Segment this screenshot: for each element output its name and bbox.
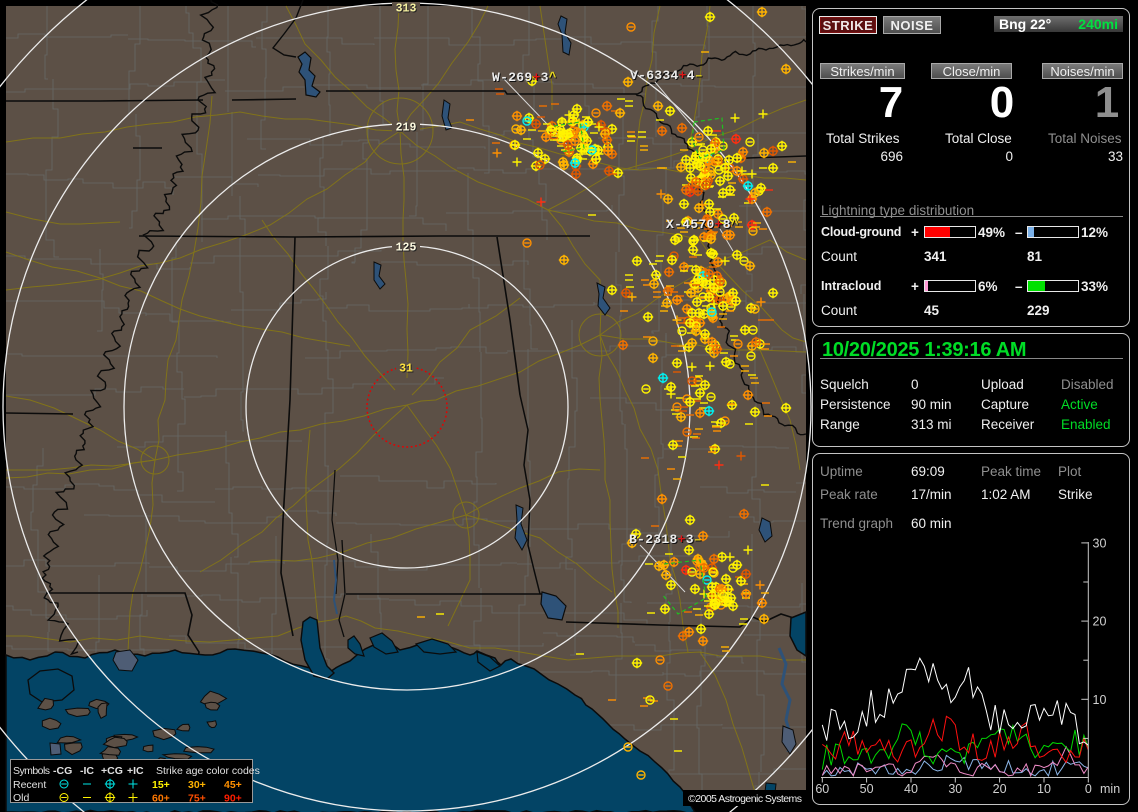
svg-text:-IC: -IC: [80, 765, 94, 777]
svg-text:+IC: +IC: [127, 765, 144, 777]
svg-text:10: 10: [1093, 693, 1107, 707]
svg-text:V-6334+4–: V-6334+4–: [630, 68, 703, 83]
svg-text:30+: 30+: [188, 779, 206, 791]
svg-text:20: 20: [1093, 615, 1107, 629]
svg-text:X-4570+8^: X-4570+8^: [666, 217, 739, 232]
svg-text:313: 313: [396, 3, 417, 16]
svg-text:20: 20: [993, 782, 1007, 796]
svg-text:219: 219: [396, 122, 417, 135]
svg-text:60: 60: [815, 782, 829, 796]
svg-text:Symbols: Symbols: [13, 765, 50, 777]
svg-text:W-269+3^: W-269+3^: [492, 70, 557, 85]
svg-text:Old: Old: [13, 792, 30, 804]
svg-text:0: 0: [1085, 782, 1092, 796]
svg-text:31: 31: [399, 363, 413, 376]
svg-text:+CG: +CG: [101, 765, 123, 777]
svg-text:30: 30: [948, 782, 962, 796]
svg-text:90+: 90+: [224, 793, 242, 805]
svg-text:45+: 45+: [224, 779, 242, 791]
svg-text:15+: 15+: [152, 779, 170, 791]
svg-text:Strike age color codes: Strike age color codes: [156, 765, 260, 777]
svg-text:30: 30: [1093, 536, 1107, 550]
svg-text:©2005 Astrogenic Systems: ©2005 Astrogenic Systems: [688, 793, 802, 805]
svg-text:40: 40: [904, 782, 918, 796]
svg-text:75+: 75+: [188, 793, 206, 805]
svg-text:50: 50: [860, 782, 874, 796]
svg-text:min: min: [1100, 782, 1120, 796]
svg-text:B-2318+3–: B-2318+3–: [629, 532, 702, 547]
svg-text:125: 125: [396, 242, 417, 255]
svg-text:60+: 60+: [152, 793, 170, 805]
svg-text:10: 10: [1037, 782, 1051, 796]
svg-text:-CG: -CG: [53, 765, 72, 777]
svg-text:Recent: Recent: [13, 779, 46, 791]
